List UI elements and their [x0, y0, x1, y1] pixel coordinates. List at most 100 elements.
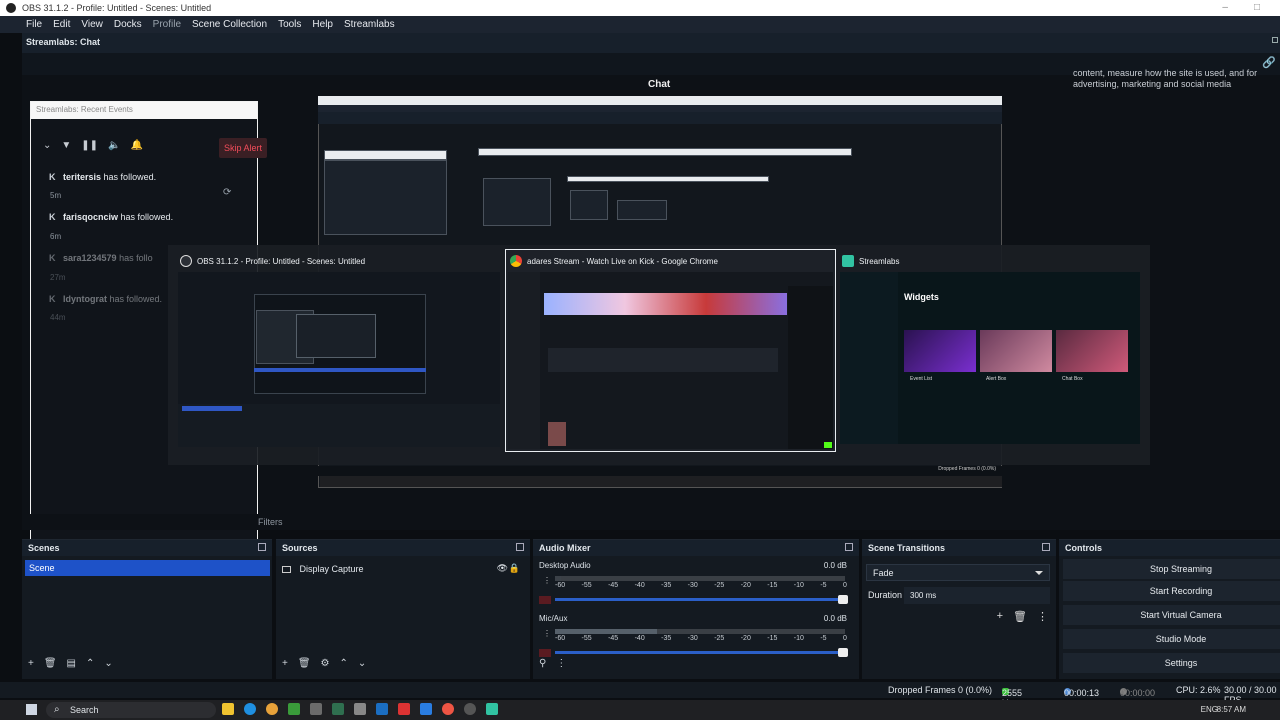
- file-explorer-icon[interactable]: [222, 703, 234, 715]
- meter-tick-label: -40: [634, 582, 645, 589]
- app-icon[interactable]: [420, 703, 432, 715]
- controls-dock: Controls Stop Streaming Start Recording …: [1059, 539, 1280, 679]
- filter-icon[interactable]: ▼: [61, 140, 71, 151]
- undock-icon[interactable]: [845, 543, 853, 551]
- pause-icon[interactable]: ❚❚: [81, 140, 98, 151]
- trash-icon[interactable]: 🗑: [1013, 610, 1027, 623]
- mute-icon[interactable]: [539, 596, 551, 604]
- taskbar-apps: [222, 703, 498, 715]
- add-icon[interactable]: +: [282, 658, 288, 669]
- mute-icon[interactable]: [539, 649, 551, 657]
- maximize-icon[interactable]: □: [1254, 2, 1260, 13]
- switcher-streamlabs-title[interactable]: Streamlabs: [842, 255, 899, 267]
- scenes-toolbar: + 🗑 ▤ ⌃ ⌄: [28, 658, 113, 669]
- start-recording-button[interactable]: Start Recording: [1063, 581, 1280, 601]
- gear-icon[interactable]: ⚙: [321, 658, 330, 669]
- event-time: 5m: [50, 191, 62, 200]
- menu-edit[interactable]: Edit: [53, 19, 70, 30]
- obs-icon[interactable]: [464, 703, 476, 715]
- meter-tick-label: -35: [661, 635, 672, 642]
- mute-icon[interactable]: 🔈: [108, 140, 120, 151]
- source-item[interactable]: Display Capture 👁 🔒: [282, 563, 522, 574]
- add-icon[interactable]: +: [28, 658, 34, 669]
- skip-alert-button[interactable]: Skip Alert: [219, 138, 267, 158]
- steam-icon[interactable]: [376, 703, 388, 715]
- undock-icon[interactable]: [1272, 37, 1278, 43]
- scenes-dock: Scenes Scene + 🗑 ▤ ⌃ ⌄: [22, 539, 272, 679]
- meter-tick-label: -15: [767, 582, 778, 589]
- taskbar-search[interactable]: ⌕ Search: [46, 702, 216, 718]
- chevron-down-icon[interactable]: ⌄: [43, 140, 51, 151]
- switcher-streamlabs-thumbnail[interactable]: Widgets Event List Alert Box Chat Box: [840, 272, 1140, 444]
- trash-icon[interactable]: 🗑: [44, 658, 57, 669]
- scene-item-selected[interactable]: Scene: [25, 560, 270, 576]
- windows-start-icon[interactable]: [26, 704, 37, 715]
- language-indicator[interactable]: ENG: [1201, 705, 1218, 714]
- undock-icon[interactable]: [516, 543, 524, 551]
- terminal-icon[interactable]: [332, 703, 344, 715]
- scenes-dock-header: Scenes: [22, 540, 272, 556]
- duration-input[interactable]: 300 ms: [904, 587, 1050, 604]
- link-icon[interactable]: ⚲: [539, 658, 546, 669]
- app-icon[interactable]: [310, 703, 322, 715]
- more-icon[interactable]: ⋮: [1037, 610, 1048, 623]
- studio-mode-button[interactable]: Studio Mode: [1063, 629, 1280, 649]
- channel-menu-icon[interactable]: ⋮: [543, 629, 551, 638]
- menu-docks[interactable]: Docks: [114, 19, 142, 30]
- arrow-up-icon[interactable]: ⌃: [86, 658, 94, 669]
- volume-slider[interactable]: [555, 595, 848, 604]
- nested-taskbar: [320, 476, 1002, 487]
- switcher-chrome-title[interactable]: adares Stream - Watch Live on Kick - Goo…: [510, 255, 718, 267]
- refresh-icon[interactable]: ⟳: [223, 187, 231, 198]
- start-virtual-camera-button[interactable]: Start Virtual Camera: [1063, 605, 1280, 625]
- filter-icon[interactable]: ▤: [67, 658, 76, 669]
- app-icon[interactable]: [354, 703, 366, 715]
- switcher-obs-thumbnail[interactable]: [178, 272, 500, 447]
- minimize-icon[interactable]: –: [1222, 2, 1228, 13]
- audio-mixer-dock: Audio Mixer Desktop Audio 0.0 dB ⋮ -60 -5…: [533, 539, 859, 679]
- volume-slider[interactable]: [555, 648, 848, 657]
- meter-tick-label: -15: [767, 635, 778, 642]
- chrome-icon[interactable]: [266, 703, 278, 715]
- menu-help[interactable]: Help: [312, 19, 333, 30]
- menu-scene-collection[interactable]: Scene Collection: [192, 19, 267, 30]
- channel-menu-icon[interactable]: ⋮: [543, 576, 551, 585]
- menu-view[interactable]: View: [81, 19, 103, 30]
- event-item: Ksara1234579 has follo: [49, 253, 153, 263]
- stop-streaming-button[interactable]: Stop Streaming: [1063, 559, 1280, 579]
- lock-icon[interactable]: 🔒: [509, 563, 520, 574]
- visibility-eye-icon[interactable]: 👁: [497, 563, 508, 574]
- more-icon[interactable]: ⋮: [556, 658, 566, 669]
- undock-icon[interactable]: [258, 543, 266, 551]
- link-icon[interactable]: 🔗: [1262, 56, 1276, 69]
- undock-icon[interactable]: [1042, 543, 1050, 551]
- add-icon[interactable]: +: [997, 610, 1003, 623]
- window-title: OBS 31.1.2 - Profile: Untitled - Scenes:…: [22, 3, 212, 13]
- slider-knob[interactable]: [838, 595, 848, 604]
- app-icon[interactable]: [288, 703, 300, 715]
- menu-streamlabs[interactable]: Streamlabs: [344, 19, 395, 30]
- taskbar-clock[interactable]: 8:57 AM: [1217, 705, 1246, 714]
- trash-icon[interactable]: 🗑: [298, 658, 311, 669]
- arrow-up-icon[interactable]: ⌃: [340, 658, 348, 669]
- edge-icon[interactable]: [244, 703, 256, 715]
- volume-meter: [555, 576, 845, 581]
- menu-profile[interactable]: Profile: [153, 19, 181, 30]
- menu-tools[interactable]: Tools: [278, 19, 301, 30]
- search-icon: ⌕: [54, 704, 60, 715]
- transition-select[interactable]: Fade: [866, 564, 1050, 581]
- streamlabs-icon[interactable]: [486, 703, 498, 715]
- arrow-down-icon[interactable]: ⌄: [104, 658, 112, 669]
- recent-events-toolbar: ⌄ ▼ ❚❚ 🔈 🔔: [43, 140, 143, 151]
- settings-button[interactable]: Settings: [1063, 653, 1280, 673]
- filters-label[interactable]: Filters: [258, 517, 283, 527]
- slider-knob[interactable]: [838, 648, 848, 657]
- chrome-icon[interactable]: [442, 703, 454, 715]
- arrow-down-icon[interactable]: ⌄: [358, 658, 366, 669]
- menu-file[interactable]: File: [26, 19, 42, 30]
- switcher-chrome-thumbnail[interactable]: [508, 272, 833, 449]
- bell-icon[interactable]: 🔔: [131, 140, 143, 151]
- kick-icon: K: [49, 212, 56, 222]
- app-icon[interactable]: [398, 703, 410, 715]
- switcher-obs-title[interactable]: OBS 31.1.2 - Profile: Untitled - Scenes:…: [180, 255, 365, 267]
